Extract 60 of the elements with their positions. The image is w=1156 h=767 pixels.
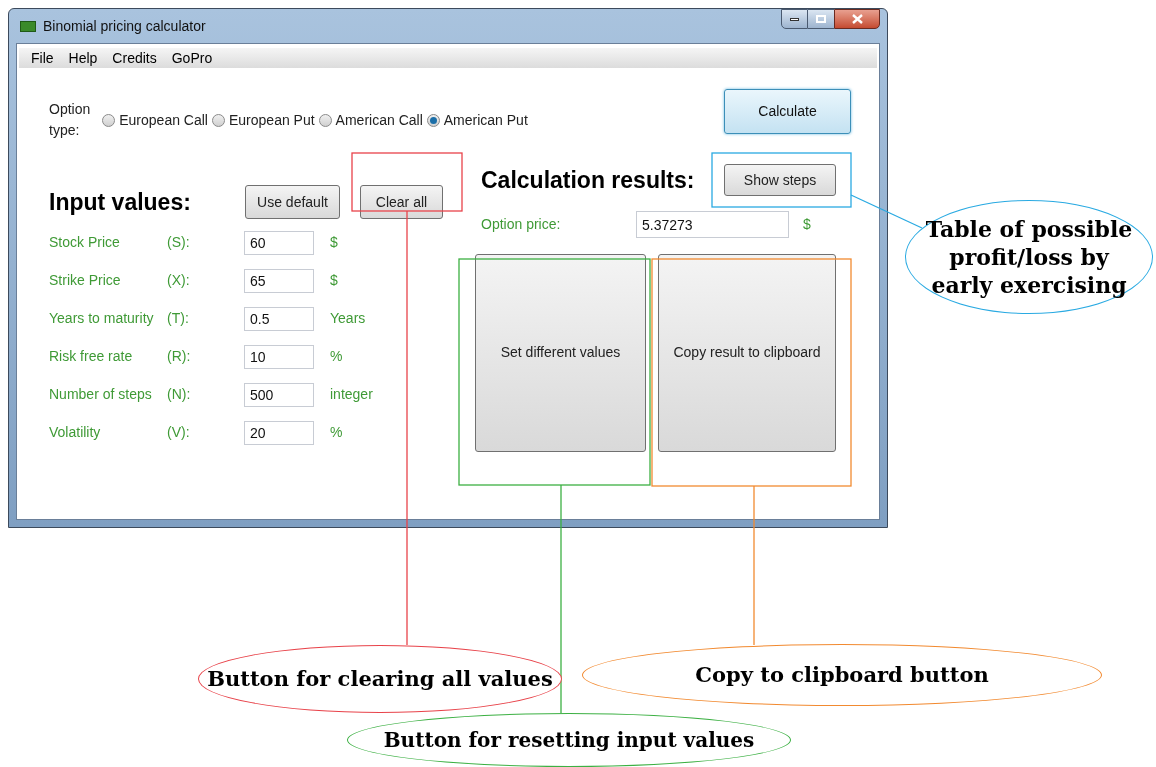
maximize-icon [816,15,826,23]
callout-bubble: Button for clearing all values [198,645,562,713]
field-label: Volatility [49,423,102,442]
unit-label: $ [330,233,338,252]
close-icon [851,14,863,24]
menu-item[interactable]: File [31,47,54,69]
field-label: Years to maturity [49,309,155,328]
minimize-icon [790,17,799,21]
callout-bubble: Copy to clipboard button [582,644,1102,706]
input-field[interactable]: 500 [244,382,314,407]
section-heading: Calculation results: [481,166,696,195]
section-heading: Input values: [49,188,192,217]
copy-button[interactable]: Copy result to clipboard [658,253,836,452]
input-field[interactable]: 65 [244,268,314,293]
field-label: Option price: [481,215,562,234]
field-label: Number of steps [49,385,153,404]
field-label: Strike Price [49,271,122,290]
field-symbol: (R): [167,347,192,366]
menu-item[interactable]: Help [68,47,98,69]
show-steps-button[interactable]: Show steps [724,164,836,197]
menu-item[interactable]: GoPro [171,47,213,69]
callout-bubble: Button for resetting input values [347,713,791,767]
radio-option[interactable]: American Put [426,109,528,131]
radio-button[interactable] [102,113,116,127]
window-title: Binomial pricing calculator [43,16,206,36]
field-symbol: (N): [167,385,192,404]
unit-label: % [330,423,343,442]
radio-button[interactable] [426,113,440,127]
set-values-button[interactable]: Set different values [475,253,646,452]
input-field[interactable]: 20 [244,420,314,445]
maximize-button[interactable] [808,9,834,29]
field-symbol: (S): [167,233,191,252]
clear-all-button[interactable]: Clear all [360,185,443,220]
field-label: Stock Price [49,233,121,252]
result-field[interactable]: 5.37273 [636,211,789,238]
unit-label: $ [803,215,811,234]
radio-option[interactable]: European Call [102,109,208,131]
unit-label: $ [330,271,338,290]
input-field[interactable]: 60 [244,230,314,255]
callout-bubble: Table of possible profit/loss by early exercising [905,200,1153,314]
field-symbol: (X): [167,271,191,290]
use-default-button[interactable]: Use default [245,185,340,220]
close-button[interactable] [834,9,880,29]
app-icon [20,20,36,32]
menu-item[interactable]: Credits [112,47,157,69]
unit-label: Years [330,309,366,328]
radio-button[interactable] [212,113,225,127]
calculate-button[interactable]: Calculate [724,89,851,134]
radio-option[interactable]: European Put [212,109,315,131]
input-field[interactable]: 10 [244,344,314,369]
unit-label: integer [330,385,373,404]
minimize-button[interactable] [781,9,808,29]
field-symbol: (V): [167,423,191,442]
option-type-label: Option type: [49,100,91,140]
radio-button[interactable] [318,113,332,127]
field-symbol: (T): [167,309,190,328]
unit-label: % [330,347,343,366]
input-field[interactable]: 0.5 [244,306,314,331]
field-label: Risk free rate [49,347,134,366]
radio-option[interactable]: American Call [318,109,423,131]
